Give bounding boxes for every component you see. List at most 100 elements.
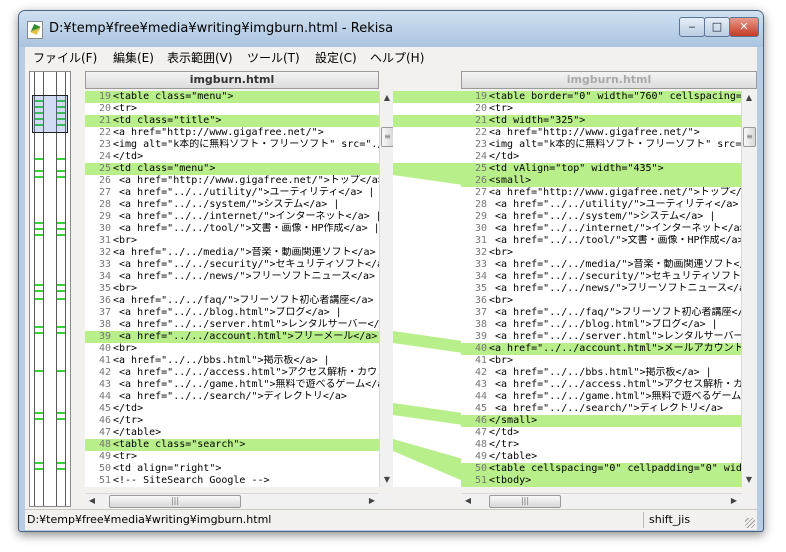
code-line[interactable]: 44 <a href="../../game.html">無料で遊べるゲーム</… bbox=[461, 391, 741, 403]
code-line[interactable]: 26 <small> bbox=[461, 175, 741, 187]
close-icon[interactable]: ✕ bbox=[729, 17, 759, 37]
code-line[interactable]: 43 <a href="../../game.html">無料で遊べるゲーム</… bbox=[85, 379, 379, 391]
code-line[interactable]: 29 <a href="../../system/">システム</a> | bbox=[461, 211, 741, 223]
code-line[interactable]: 41 <a href="../../bbs.html">掲示板</a> | bbox=[85, 355, 379, 367]
code-line[interactable]: 20 <tr> bbox=[461, 103, 741, 115]
code-line[interactable]: 36 <a href="../../faq/">フリーソフト初心者講座</a> | bbox=[85, 295, 379, 307]
code-line[interactable]: 39 <a href="../../server.html">レンタルサーバー<… bbox=[461, 331, 741, 343]
code-line[interactable]: 24 </td> bbox=[85, 151, 379, 163]
resize-grip-icon[interactable] bbox=[745, 518, 755, 528]
minimize-icon[interactable]: ‒ bbox=[679, 17, 705, 37]
code-line[interactable]: 45 <a href="../../search/">ディレクトリ</a> bbox=[461, 403, 741, 415]
menu-tools[interactable]: ツール(T) bbox=[247, 49, 300, 66]
overview-viewport-indicator[interactable] bbox=[32, 95, 68, 133]
code-line[interactable]: 20 <tr> bbox=[85, 103, 379, 115]
code-line[interactable]: 40 <br> bbox=[85, 343, 379, 355]
overview-right-column[interactable] bbox=[56, 72, 66, 506]
code-line[interactable]: 28 <a href="../../system/">システム</a> | bbox=[85, 199, 379, 211]
code-line[interactable]: 31 <a href="../../tool/">文書・画像・HP作成</a> … bbox=[461, 235, 741, 247]
right-code-view[interactable]: 19 <table border="0" width="760" cellspac… bbox=[461, 91, 741, 487]
code-line[interactable]: 51 <tbody> bbox=[461, 475, 741, 487]
left-horizontal-scrollbar[interactable]: ◀ ||| ▶ bbox=[85, 493, 379, 508]
code-line[interactable]: 41 <br> bbox=[461, 355, 741, 367]
code-line[interactable]: 37 <a href="../../blog.html">ブログ</a> | bbox=[85, 307, 379, 319]
code-line[interactable]: 45 </td> bbox=[85, 403, 379, 415]
code-line[interactable]: 46 </tr> bbox=[85, 415, 379, 427]
overview-left-column[interactable] bbox=[34, 72, 44, 506]
code-line[interactable]: 42 <a href="../../bbs.html">掲示板</a> | bbox=[461, 367, 741, 379]
scroll-down-arrow-icon[interactable]: ▼ bbox=[380, 473, 394, 487]
left-code-view[interactable]: 19 <table class="menu"> 20 <tr> 21 <td class=… bbox=[85, 91, 379, 487]
menu-settings[interactable]: 設定(C) bbox=[315, 49, 357, 66]
code-line[interactable]: 50 <td align="right"> bbox=[85, 463, 379, 475]
code-line[interactable]: 35 <a href="../../news/">フリーソフトニュース</a> … bbox=[461, 283, 741, 295]
code-line[interactable]: 48 <table class="search"> bbox=[85, 439, 379, 451]
scroll-right-arrow-icon[interactable]: ▶ bbox=[727, 494, 741, 508]
code-line[interactable]: 36 <br> bbox=[461, 295, 741, 307]
code-line[interactable]: 37 <a href="../../faq/">フリーソフト初心者講座</a> … bbox=[461, 307, 741, 319]
code-line[interactable]: 46 </small> bbox=[461, 415, 741, 427]
code-line[interactable]: 49 </table> bbox=[461, 451, 741, 463]
right-pane-header[interactable]: imgburn.html bbox=[461, 71, 757, 89]
code-line[interactable]: 33 <a href="../../security/">セキュリティソフト</… bbox=[85, 259, 379, 271]
diff-overview-map[interactable] bbox=[29, 71, 71, 507]
left-pane-header[interactable]: imgburn.html bbox=[85, 71, 379, 89]
menu-view-range[interactable]: 表示範囲(V) bbox=[167, 49, 233, 66]
right-horizontal-scroll-thumb[interactable]: ||| bbox=[489, 495, 561, 508]
code-line[interactable]: 34 <a href="../../security/">セキュリティソフト</… bbox=[461, 271, 741, 283]
code-line[interactable]: 39 <a href="../../account.html">フリーメール</… bbox=[85, 331, 379, 343]
code-line[interactable]: 33 <a href="../../media/">音楽・動画関連ソフト</a> bbox=[461, 259, 741, 271]
code-line[interactable]: 47 </table> bbox=[85, 427, 379, 439]
code-line[interactable]: 48 </tr> bbox=[461, 439, 741, 451]
code-line[interactable]: 26 <a href="http://www.gigafree.net/">トッ… bbox=[85, 175, 379, 187]
code-line[interactable]: 23 <img alt="k本的に無料ソフト・フリーソフト" src="./ bbox=[85, 139, 379, 151]
code-line[interactable]: 25 <td class="menu"> bbox=[85, 163, 379, 175]
code-line[interactable]: 47 </td> bbox=[461, 427, 741, 439]
scroll-right-arrow-icon[interactable]: ▶ bbox=[365, 494, 379, 508]
menu-file[interactable]: ファイル(F) bbox=[33, 49, 97, 66]
code-line[interactable]: 43 <a href="../../access.html">アクセス解析・カウ… bbox=[461, 379, 741, 391]
code-line[interactable]: 24 </td> bbox=[461, 151, 741, 163]
right-vertical-scroll-thumb[interactable]: ≡ bbox=[743, 127, 756, 147]
left-vertical-scrollbar[interactable]: ▲ ≡ ▼ bbox=[379, 91, 394, 487]
maximize-icon[interactable]: □ bbox=[704, 17, 730, 37]
code-line[interactable]: 49 <tr> bbox=[85, 451, 379, 463]
right-horizontal-scrollbar[interactable]: ◀ ||| ▶ bbox=[461, 493, 741, 508]
code-line[interactable]: 30 <a href="../../internet/">インターネット</a>… bbox=[461, 223, 741, 235]
code-line[interactable]: 25 <td vAlign="top" width="435"> bbox=[461, 163, 741, 175]
code-line[interactable]: 31 <br> bbox=[85, 235, 379, 247]
scroll-up-arrow-icon[interactable]: ▲ bbox=[380, 91, 394, 105]
right-vertical-scrollbar[interactable]: ▲ ≡ ▼ bbox=[741, 91, 756, 487]
code-line[interactable]: 29 <a href="../../internet/">インターネット</a>… bbox=[85, 211, 379, 223]
code-line[interactable]: 51 <!-- SiteSearch Google --> bbox=[85, 475, 379, 487]
code-line[interactable]: 23 <img alt="k本的に無料ソフト・フリーソフト" src="./ bbox=[461, 139, 741, 151]
code-line[interactable]: 19 <table class="menu"> bbox=[85, 91, 379, 103]
code-line[interactable]: 28 <a href="../../utility/">ユーティリティ</a> … bbox=[461, 199, 741, 211]
code-line[interactable]: 22 <a href="http://www.gigafree.net/"> bbox=[85, 127, 379, 139]
code-line[interactable]: 44 <a href="../../search/">ディレクトリ</a> bbox=[85, 391, 379, 403]
menu-edit[interactable]: 編集(E) bbox=[113, 49, 154, 66]
code-line[interactable]: 30 <a href="../../tool/">文書・画像・HP作成</a> … bbox=[85, 223, 379, 235]
scroll-up-arrow-icon[interactable]: ▲ bbox=[742, 91, 756, 105]
code-line[interactable]: 34 <a href="../../news/">フリーソフトニュース</a> … bbox=[85, 271, 379, 283]
code-line[interactable]: 32 <br> bbox=[461, 247, 741, 259]
code-line[interactable]: 27 <a href="http://www.gigafree.net/">トップ… bbox=[461, 187, 741, 199]
code-line[interactable]: 32 <a href="../../media/">音楽・動画関連ソフト</a> bbox=[85, 247, 379, 259]
code-line[interactable]: 21 <td width="325"> bbox=[461, 115, 741, 127]
code-line[interactable]: 38 <a href="../../blog.html">ブログ</a> | bbox=[461, 319, 741, 331]
code-line[interactable]: 19 <table border="0" width="760" cellspac… bbox=[461, 91, 741, 103]
code-line[interactable]: 38 <a href="../../server.html">レンタルサーバー<… bbox=[85, 319, 379, 331]
app-icon[interactable] bbox=[27, 21, 43, 39]
scroll-left-arrow-icon[interactable]: ◀ bbox=[85, 494, 99, 508]
code-line[interactable]: 40<a href="../../account.html">メールアカウント<… bbox=[461, 343, 741, 355]
menu-help[interactable]: ヘルプ(H) bbox=[370, 49, 424, 66]
scroll-down-arrow-icon[interactable]: ▼ bbox=[742, 473, 756, 487]
code-line[interactable]: 27 <a href="../../utility/">ユーティリティ</a> … bbox=[85, 187, 379, 199]
code-line[interactable]: 21 <td class="title"> bbox=[85, 115, 379, 127]
code-line[interactable]: 35 <br> bbox=[85, 283, 379, 295]
code-line[interactable]: 50 <table cellspacing="0" cellpadding="0"… bbox=[461, 463, 741, 475]
code-line[interactable]: 22 <a href="http://www.gigafree.net/"> bbox=[461, 127, 741, 139]
code-line[interactable]: 42 <a href="../../access.html">アクセス解析・カウ… bbox=[85, 367, 379, 379]
title-bar[interactable]: D:¥temp¥free¥media¥writing¥imgburn.html … bbox=[19, 11, 763, 47]
left-horizontal-scroll-thumb[interactable]: ||| bbox=[109, 495, 241, 508]
